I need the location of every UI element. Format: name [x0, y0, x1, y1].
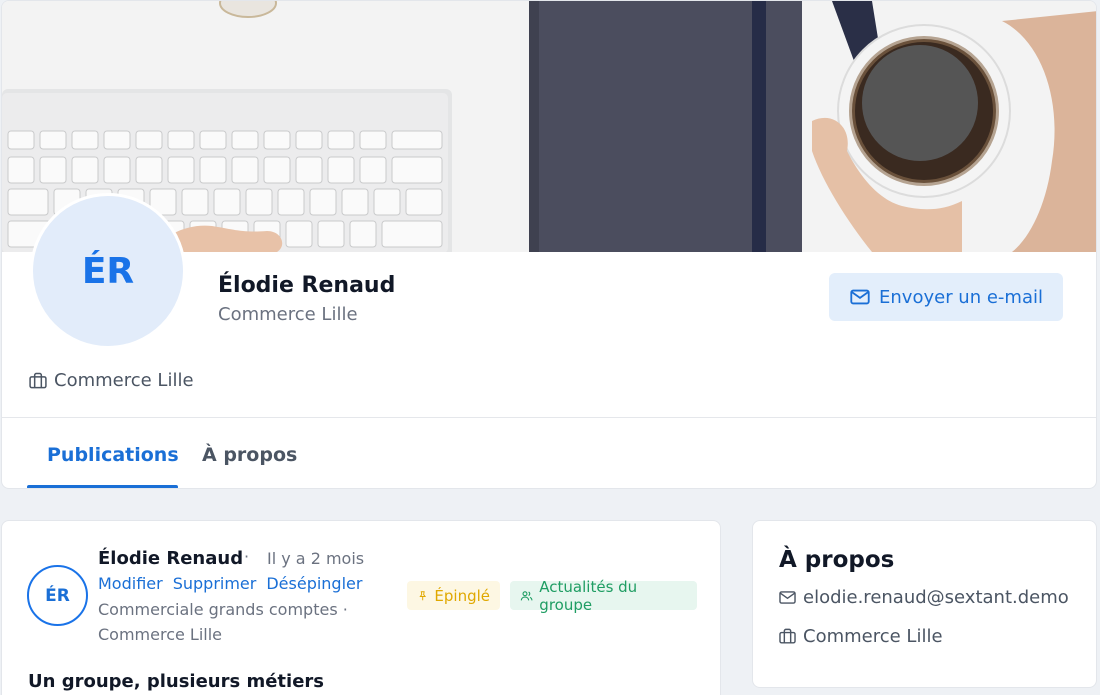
profile-avatar: ÉR: [30, 193, 186, 349]
profile-card: ÉR Élodie Renaud Commerce Lille Envoyer …: [1, 0, 1097, 489]
post-actions: Modifier Supprimer Désépingler: [98, 574, 362, 593]
cover-photo-illustration: [2, 1, 1096, 252]
about-card: À propos elodie.renaud@sextant.demo Comm…: [752, 520, 1097, 688]
profile-organization: Commerce Lille: [28, 370, 194, 391]
about-organization-row: Commerce Lille: [778, 626, 943, 647]
mail-icon: [779, 591, 796, 604]
post-author-meta: Commerciale grands comptes · Commerce Li…: [98, 597, 388, 647]
send-email-label: Envoyer un e-mail: [879, 286, 1043, 308]
pinned-badge-label: Épinglé: [434, 586, 490, 605]
unpin-post-link[interactable]: Désépingler: [266, 574, 362, 593]
tab-about[interactable]: À propos: [202, 444, 297, 466]
pin-icon: [419, 590, 427, 600]
post-author-role: Commerciale grands comptes ·: [98, 600, 348, 619]
post-author-avatar[interactable]: ÉR: [27, 565, 88, 626]
briefcase-icon: [779, 628, 796, 644]
post-author-initials: ÉR: [45, 585, 70, 606]
divider: [2, 417, 1096, 418]
edit-post-link[interactable]: Modifier: [98, 574, 163, 593]
delete-post-link[interactable]: Supprimer: [173, 574, 257, 593]
post-separator: ·: [244, 547, 250, 566]
pinned-badge: Épinglé: [407, 581, 500, 610]
cover-image: [2, 1, 1096, 252]
briefcase-icon: [29, 372, 47, 388]
post-author-name[interactable]: Élodie Renaud: [98, 548, 243, 569]
group-news-badge-label: Actualités du groupe: [539, 577, 638, 614]
profile-name: Élodie Renaud: [218, 273, 396, 298]
active-tab-indicator: [27, 485, 178, 488]
send-email-button[interactable]: Envoyer un e-mail: [829, 273, 1063, 321]
tab-publications[interactable]: Publications: [47, 444, 179, 466]
profile-organization-label: Commerce Lille: [54, 370, 194, 391]
profile-department: Commerce Lille: [218, 304, 358, 325]
mail-icon: [850, 289, 870, 305]
about-organization-label: Commerce Lille: [803, 626, 943, 647]
post-title: Un groupe, plusieurs métiers: [28, 671, 325, 692]
about-email-row[interactable]: elodie.renaud@sextant.demo: [778, 587, 1069, 608]
post-card: ÉR Élodie Renaud · Il y a 2 mois Modifie…: [1, 520, 721, 695]
post-author-org: Commerce Lille: [98, 625, 223, 644]
post-timestamp: Il y a 2 mois: [267, 549, 365, 568]
about-title: À propos: [779, 547, 895, 573]
group-news-badge[interactable]: Actualités du groupe: [510, 578, 697, 614]
profile-avatar-initials: ÉR: [81, 250, 135, 292]
users-icon: [520, 590, 533, 600]
about-email-link[interactable]: elodie.renaud@sextant.demo: [803, 587, 1069, 608]
